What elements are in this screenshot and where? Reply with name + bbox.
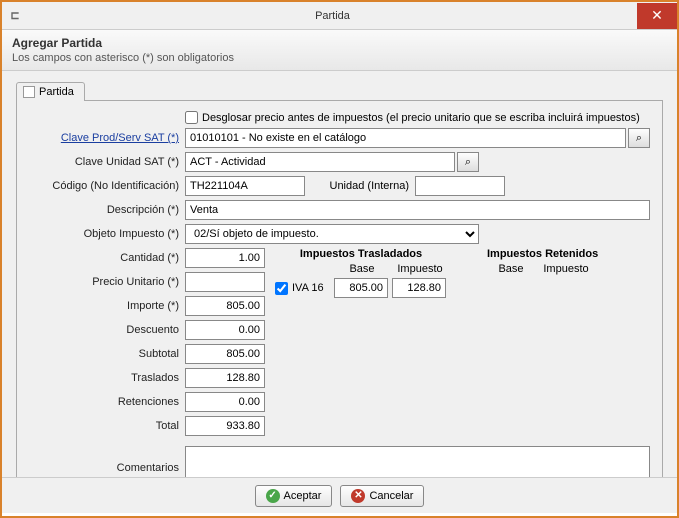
unidad-interna-input[interactable] (415, 176, 505, 196)
codigo-label: Código (No Identificación) (29, 180, 185, 192)
window-title: Partida (28, 10, 637, 22)
impuestos-retenidos: Impuestos Retenidos Base Impuesto (487, 248, 598, 440)
cantidad-label: Cantidad (*) (29, 252, 185, 264)
base-header: Base (335, 263, 389, 275)
accept-label: Aceptar (284, 490, 322, 502)
descuento-input[interactable] (185, 320, 265, 340)
impuestos-trasladados: Impuestos Trasladados Base Impuesto IVA … (275, 248, 447, 440)
iva16-label: IVA 16 (292, 282, 330, 294)
comentarios-label: Comentarios (29, 446, 185, 474)
iva16-checkbox[interactable] (275, 282, 288, 295)
content: Partida Desglosar precio antes de impues… (2, 71, 677, 477)
objeto-impuesto-label: Objeto Impuesto (*) (29, 228, 185, 240)
retenciones-input (185, 392, 265, 412)
footer: ✓ Aceptar ✕ Cancelar (2, 477, 677, 513)
lookup-icon: ⌕ (636, 132, 642, 145)
panel: Desglosar precio antes de impuestos (el … (16, 100, 663, 477)
comentarios-input[interactable] (185, 446, 650, 477)
tab-label: Partida (39, 86, 74, 98)
cantidad-input[interactable] (185, 248, 265, 268)
importe-label: Importe (*) (29, 300, 185, 312)
precio-input[interactable] (185, 272, 265, 292)
tab-icon (23, 86, 35, 98)
desglosar-label: Desglosar precio antes de impuestos (el … (202, 112, 640, 124)
lookup-icon: ⌕ (465, 156, 471, 169)
retenciones-label: Retenciones (29, 396, 185, 408)
clave-prodserv-link[interactable]: Clave Prod/Serv SAT (*) (61, 132, 179, 144)
accept-button[interactable]: ✓ Aceptar (255, 485, 333, 507)
clave-prodserv-input[interactable] (185, 128, 626, 148)
iva16-base-input[interactable] (334, 278, 388, 298)
clave-unidad-label: Clave Unidad SAT (*) (29, 156, 185, 168)
tab-partida[interactable]: Partida (16, 82, 85, 101)
unidad-interna-label: Unidad (Interna) (305, 180, 415, 192)
impuesto-header-ret: Impuesto (539, 263, 593, 275)
close-button[interactable]: ✕ (637, 3, 677, 29)
trasladados-title: Impuestos Trasladados (275, 248, 447, 260)
total-label: Total (29, 420, 185, 432)
traslados-input (185, 368, 265, 388)
precio-label: Precio Unitario (*) (29, 276, 185, 288)
check-icon: ✓ (266, 489, 280, 503)
app-icon: ⊏ (8, 9, 22, 23)
codigo-input[interactable] (185, 176, 305, 196)
descripcion-label: Descripción (*) (29, 204, 185, 216)
importe-input (185, 296, 265, 316)
objeto-impuesto-select[interactable]: 02/Sí objeto de impuesto. (185, 224, 479, 244)
desglosar-checkbox[interactable] (185, 111, 198, 124)
cancel-label: Cancelar (369, 490, 413, 502)
clave-unidad-lookup-button[interactable]: ⌕ (457, 152, 479, 172)
clave-unidad-input[interactable] (185, 152, 455, 172)
titlebar: ⊏ Partida ✕ (2, 2, 677, 30)
header-title: Agregar Partida (12, 36, 667, 50)
close-icon: ✕ (651, 7, 663, 24)
impuesto-header: Impuesto (393, 263, 447, 275)
cancel-icon: ✕ (351, 489, 365, 503)
clave-prodserv-lookup-button[interactable]: ⌕ (628, 128, 650, 148)
iva16-impuesto-input (392, 278, 446, 298)
traslados-label: Traslados (29, 372, 185, 384)
retenidos-title: Impuestos Retenidos (487, 248, 598, 260)
total-input (185, 416, 265, 436)
descripcion-input[interactable] (185, 200, 650, 220)
header: Agregar Partida Los campos con asterisco… (2, 30, 677, 71)
cancel-button[interactable]: ✕ Cancelar (340, 485, 424, 507)
header-subtitle: Los campos con asterisco (*) son obligat… (12, 52, 667, 64)
base-header-ret: Base (487, 263, 535, 275)
subtotal-label: Subtotal (29, 348, 185, 360)
subtotal-input (185, 344, 265, 364)
descuento-label: Descuento (29, 324, 185, 336)
